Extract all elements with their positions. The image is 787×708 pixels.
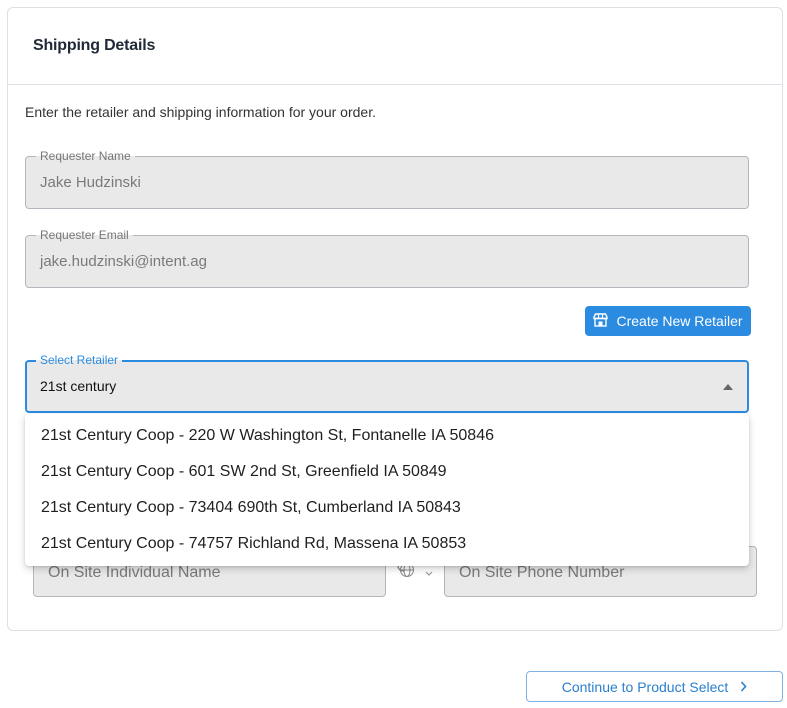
retailer-option[interactable]: 21st Century Coop - 73404 690th St, Cumb… <box>25 490 749 526</box>
create-new-retailer-button[interactable]: Create New Retailer <box>585 306 751 336</box>
card-header: Shipping Details <box>8 8 782 85</box>
on-site-phone-placeholder: On Site Phone Number <box>459 564 625 581</box>
continue-to-product-select-button[interactable]: Continue to Product Select <box>526 671 783 702</box>
continue-label: Continue to Product Select <box>561 678 729 695</box>
select-retailer-input[interactable]: 21st century <box>40 378 116 394</box>
requester-email-field[interactable]: Requester Email jake.hudzinski@intent.ag <box>25 228 749 288</box>
card-title: Shipping Details <box>33 37 156 54</box>
requester-name-value: Jake Hudzinski <box>40 174 141 191</box>
requester-email-value: jake.hudzinski@intent.ag <box>40 253 207 270</box>
on-site-name-placeholder: On Site Individual Name <box>48 564 221 581</box>
create-new-retailer-label: Create New Retailer <box>616 313 743 329</box>
intro-text: Enter the retailer and shipping informat… <box>25 104 376 120</box>
retailer-option[interactable]: 21st Century Coop - 74757 Richland Rd, M… <box>25 526 749 562</box>
retailer-dropdown: 21st Century Coop - 220 W Washington St,… <box>25 414 749 566</box>
store-icon <box>593 312 609 330</box>
chevron-down-icon <box>425 564 433 582</box>
retailer-option[interactable]: 21st Century Coop - 220 W Washington St,… <box>25 418 749 454</box>
select-retailer-field[interactable]: Select Retailer 21st century <box>25 353 749 413</box>
requester-name-label: Requester Name <box>36 149 135 163</box>
chevron-right-icon <box>740 679 747 695</box>
requester-name-field[interactable]: Requester Name Jake Hudzinski <box>25 149 749 209</box>
requester-email-label: Requester Email <box>36 228 133 242</box>
caret-up-icon[interactable] <box>723 384 733 390</box>
retailer-option[interactable]: 21st Century Coop - 601 SW 2nd St, Green… <box>25 454 749 490</box>
select-retailer-label: Select Retailer <box>36 353 123 367</box>
